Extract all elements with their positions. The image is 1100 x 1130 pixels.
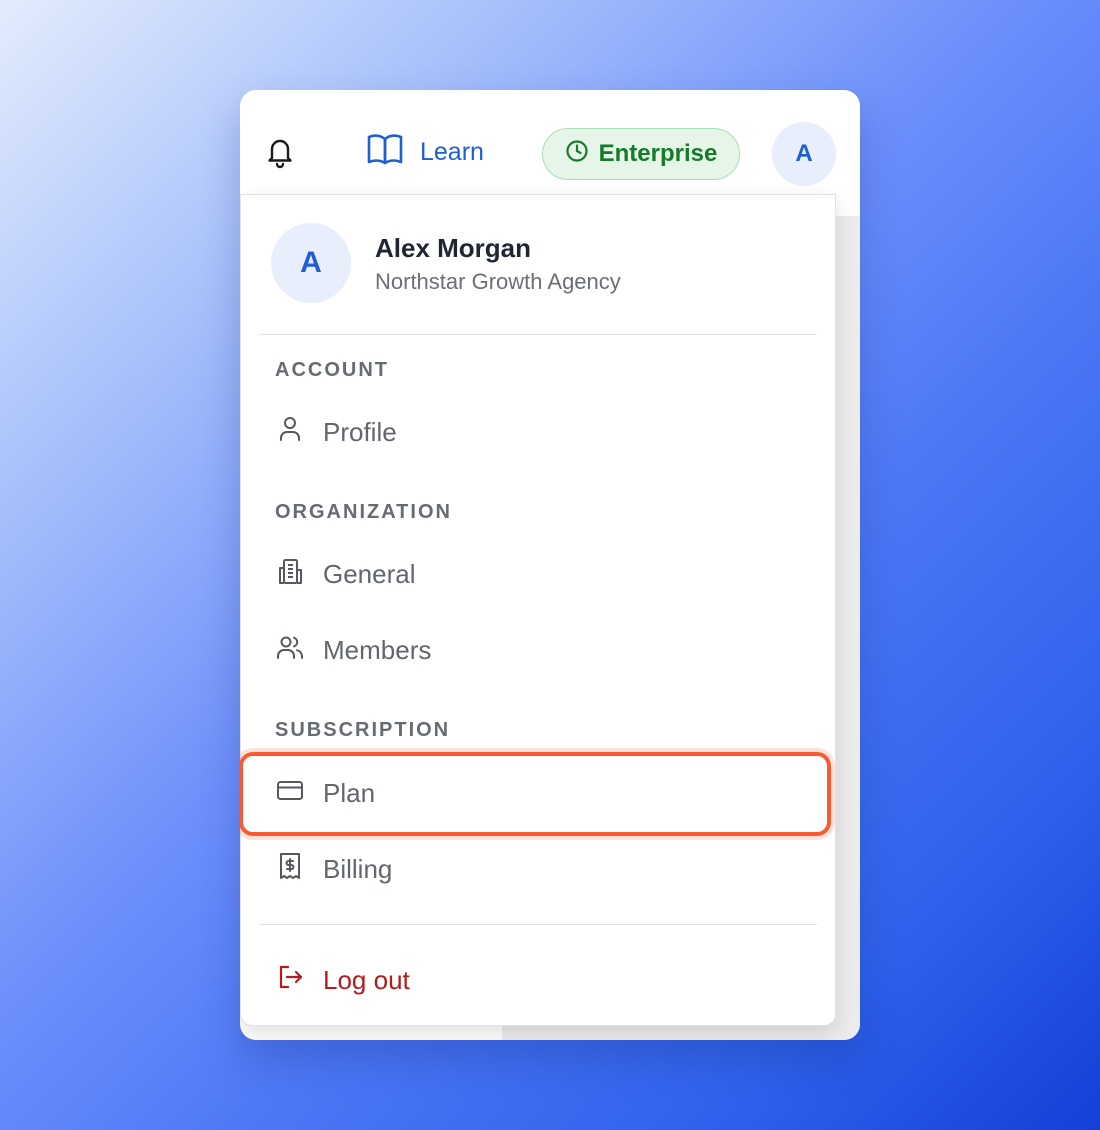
menu-item-label: Plan bbox=[323, 777, 376, 808]
menu-item-billing[interactable]: Billing bbox=[275, 844, 392, 894]
avatar-button[interactable]: A bbox=[772, 122, 836, 186]
section-title-organization: ORGANIZATION bbox=[275, 501, 452, 523]
learn-link[interactable]: Learn bbox=[366, 132, 484, 173]
menu-item-profile[interactable]: Profile bbox=[275, 407, 397, 457]
section-title-subscription: SUBSCRIPTION bbox=[275, 719, 451, 741]
user-header: A Alex Morgan Northstar Growth Agency bbox=[271, 223, 811, 303]
user-icon bbox=[275, 414, 305, 451]
menu-item-label: Billing bbox=[323, 853, 393, 884]
menu-item-general[interactable]: General bbox=[275, 549, 416, 599]
users-icon bbox=[275, 632, 305, 669]
menu-item-plan[interactable]: Plan bbox=[275, 768, 375, 818]
app-window: Learn Enterprise A A Alex Morgan Northst… bbox=[240, 90, 860, 1040]
plan-badge-label: Enterprise bbox=[598, 140, 718, 167]
menu-item-label: Profile bbox=[323, 416, 397, 447]
avatar: A bbox=[271, 223, 351, 303]
learn-label: Learn bbox=[420, 137, 484, 166]
menu-item-members[interactable]: Members bbox=[275, 625, 431, 675]
bell-icon[interactable] bbox=[262, 134, 298, 170]
section-title-account: ACCOUNT bbox=[275, 359, 389, 381]
receipt-dollar-icon bbox=[275, 851, 305, 888]
logout-button[interactable]: Log out bbox=[275, 955, 410, 1005]
credit-card-icon bbox=[275, 775, 305, 812]
divider bbox=[259, 334, 817, 335]
logout-icon bbox=[275, 962, 305, 999]
user-organization: Northstar Growth Agency bbox=[375, 269, 621, 294]
account-dropdown-menu: A Alex Morgan Northstar Growth Agency AC… bbox=[240, 194, 836, 1026]
building-icon bbox=[275, 556, 305, 593]
menu-item-label: General bbox=[323, 558, 416, 589]
clock-icon bbox=[565, 139, 589, 170]
plan-badge[interactable]: Enterprise bbox=[542, 128, 740, 180]
divider bbox=[259, 924, 817, 925]
book-icon bbox=[366, 132, 404, 173]
user-name: Alex Morgan bbox=[375, 233, 532, 263]
logout-label: Log out bbox=[323, 964, 410, 995]
menu-item-label: Members bbox=[323, 634, 432, 665]
